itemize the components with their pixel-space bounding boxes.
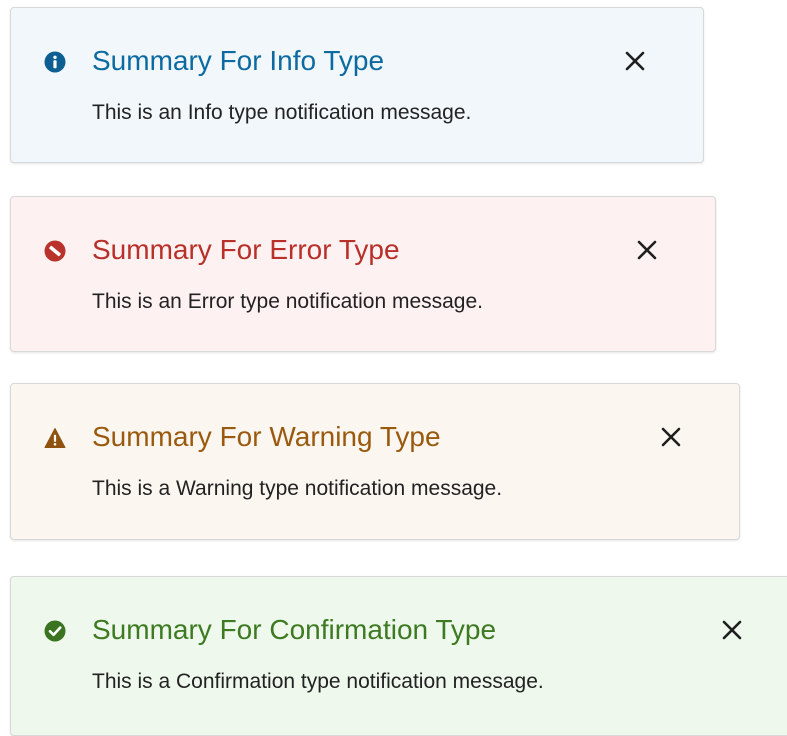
warning-notification: Summary For Warning Type This is a Warni… xyxy=(10,383,740,540)
close-icon[interactable] xyxy=(632,235,662,265)
info-icon xyxy=(44,51,66,73)
error-icon xyxy=(44,240,66,262)
warning-icon xyxy=(44,427,66,449)
notification-message: This is a Confirmation type notification… xyxy=(92,670,544,693)
close-icon[interactable] xyxy=(620,46,650,76)
notification-message: This is a Warning type notification mess… xyxy=(92,477,503,500)
notification-summary: Summary For Error Type xyxy=(92,234,400,265)
notification-summary: Summary For Confirmation Type xyxy=(92,614,497,645)
error-notification: Summary For Error Type This is an Error … xyxy=(10,196,716,352)
notification-message: This is an Error type notification messa… xyxy=(92,290,484,313)
close-icon[interactable] xyxy=(656,422,686,452)
notification-summary: Summary For Warning Type xyxy=(92,421,441,452)
check-circle-icon xyxy=(44,620,66,642)
notification-summary: Summary For Info Type xyxy=(92,45,385,76)
confirmation-notification: Summary For Confirmation Type This is a … xyxy=(10,576,787,736)
info-notification: Summary For Info Type This is an Info ty… xyxy=(10,7,704,163)
close-icon[interactable] xyxy=(717,615,747,645)
notification-message: This is an Info type notification messag… xyxy=(92,101,472,124)
